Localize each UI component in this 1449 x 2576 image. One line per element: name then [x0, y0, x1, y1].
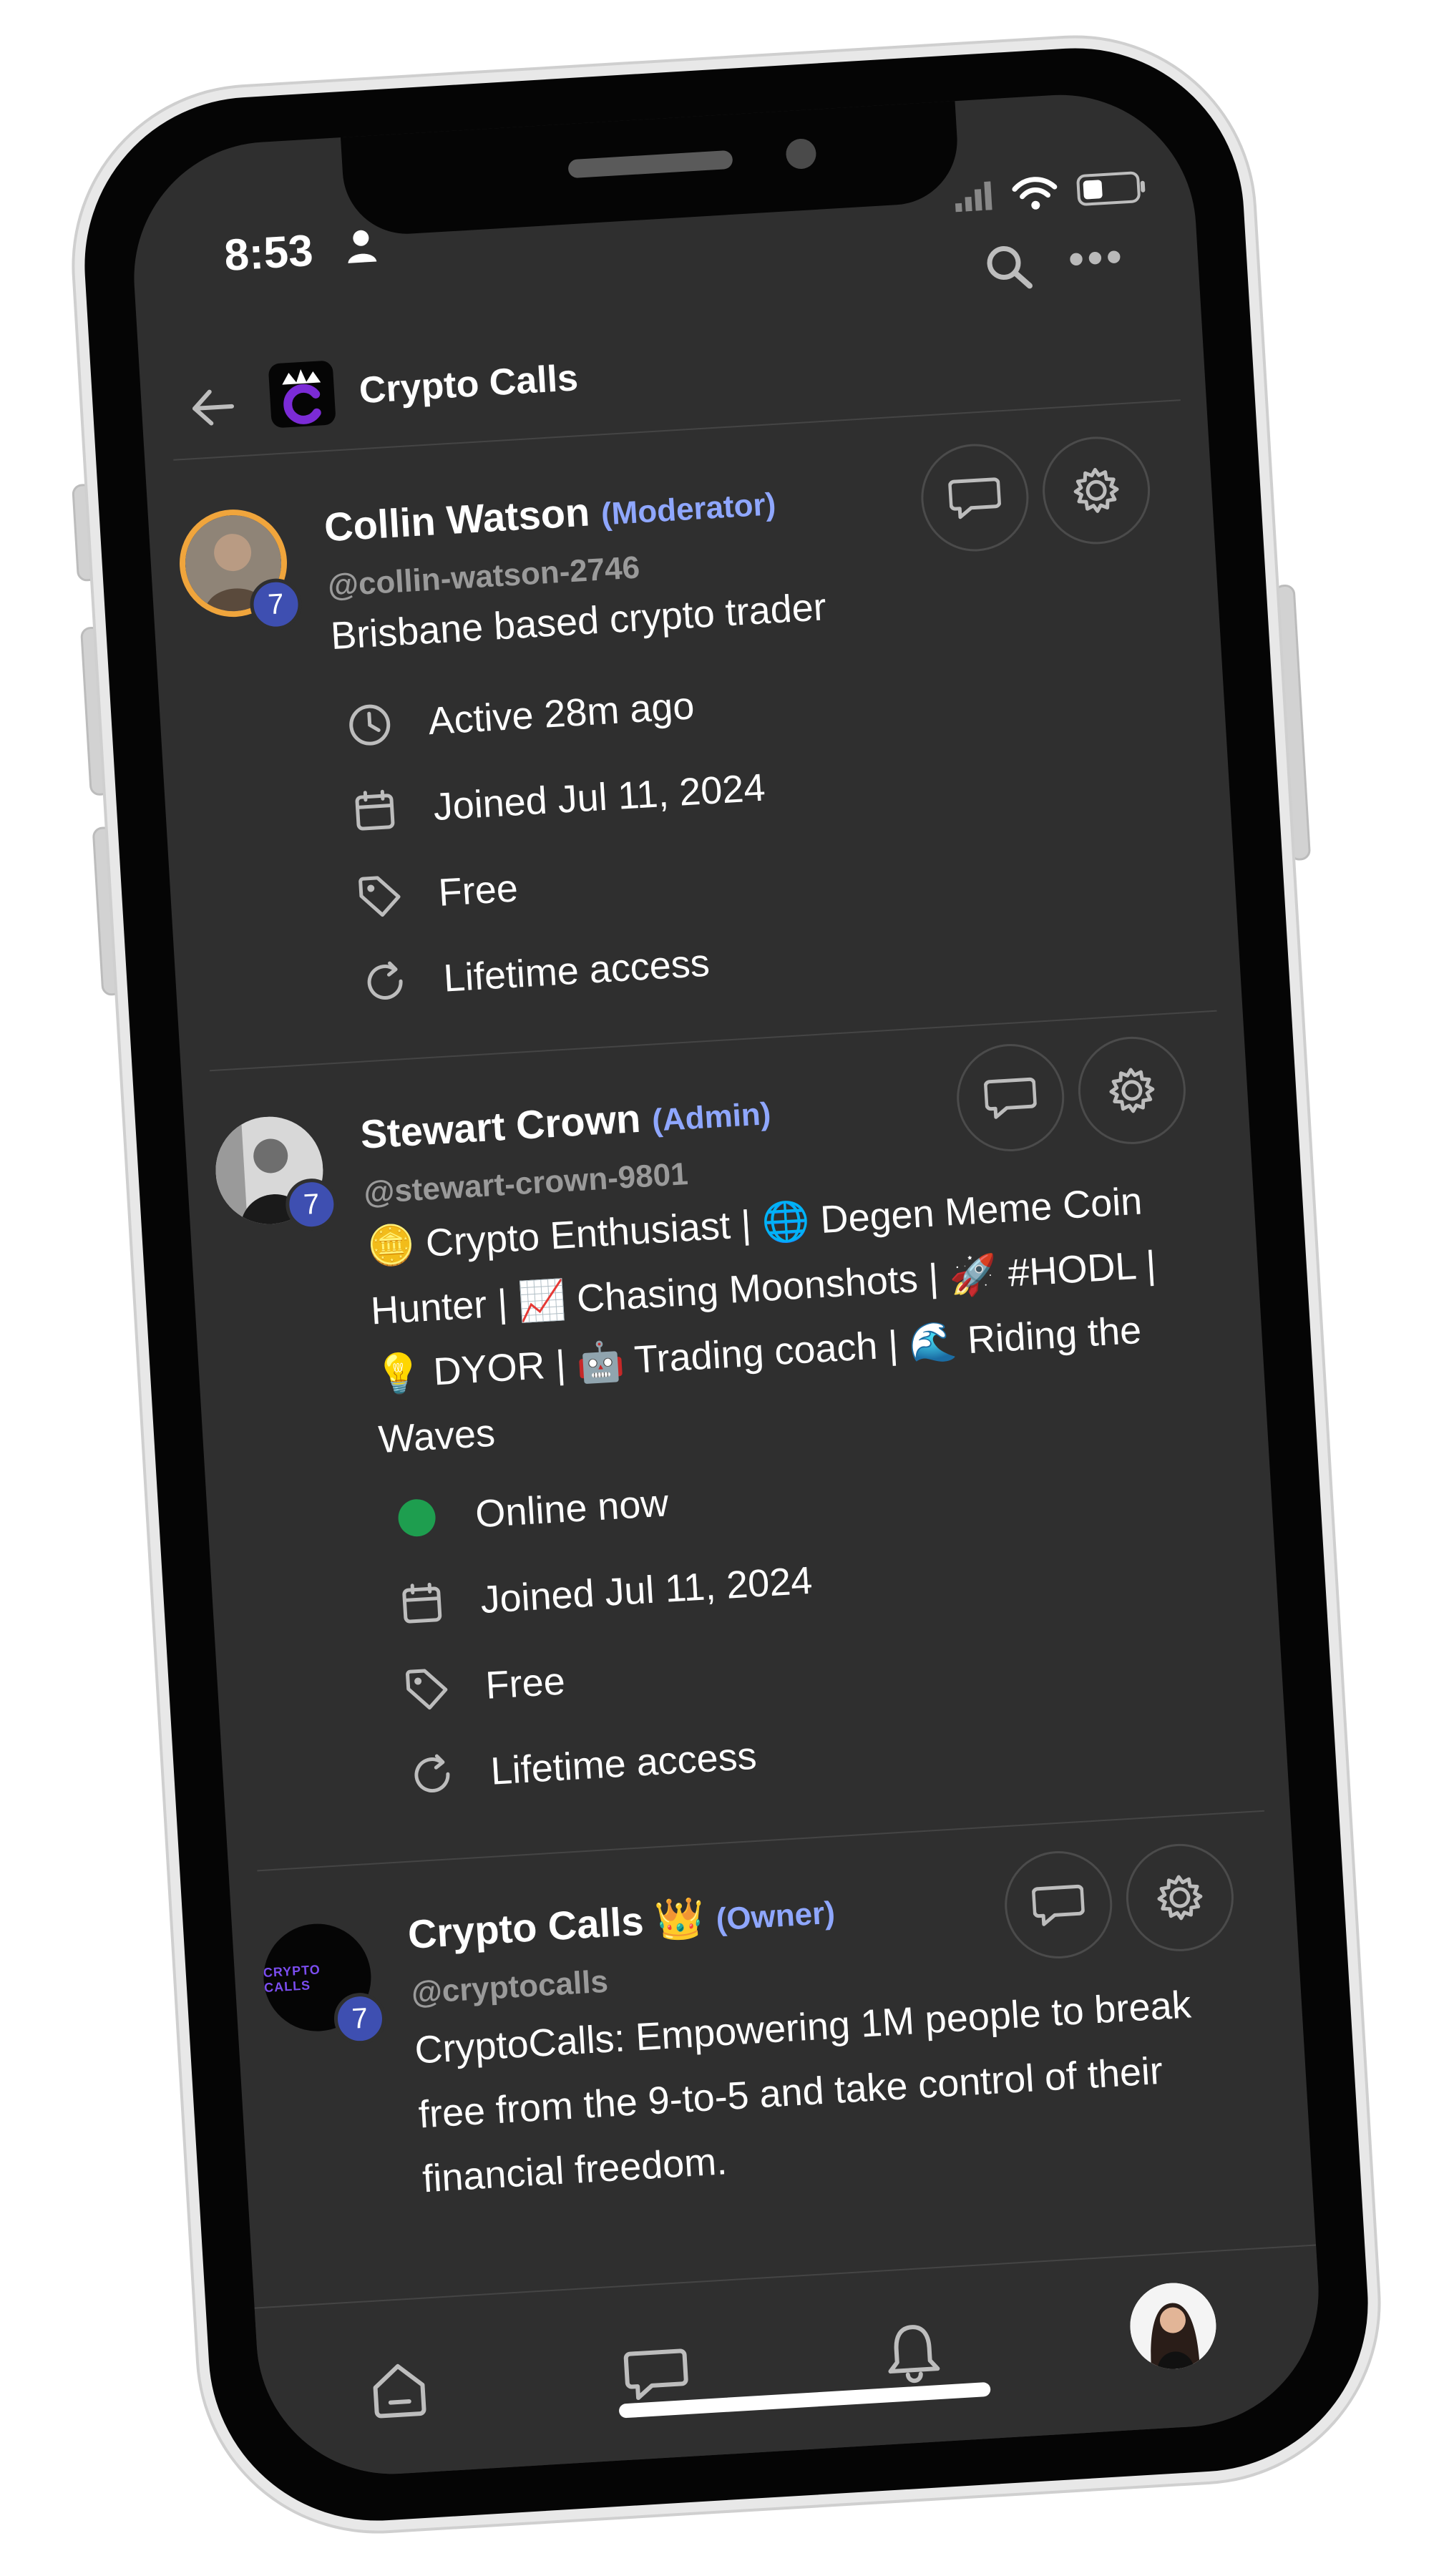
access-row: Lifetime access	[361, 940, 711, 1007]
member-card: CRYPTO CALLS 7 Crypto Calls 👑 (Owner) @c…	[229, 1816, 1290, 2200]
message-button[interactable]	[953, 1040, 1068, 1155]
joined-text: Joined Jul 11, 2024	[479, 1558, 814, 1622]
activity-text: Online now	[474, 1481, 670, 1536]
member-name[interactable]: Crypto Calls 👑	[406, 1893, 706, 1958]
member-name-row: Crypto Calls 👑 (Owner)	[406, 1886, 836, 1958]
settings-button[interactable]	[1075, 1033, 1189, 1148]
message-button[interactable]	[1001, 1848, 1116, 1962]
joined-row: Joined Jul 11, 2024	[398, 1558, 814, 1628]
access-row: Lifetime access	[408, 1733, 758, 1800]
battery-icon	[1076, 171, 1146, 206]
signal-icon	[955, 181, 992, 213]
group-logo[interactable]	[268, 360, 336, 429]
chat-icon	[1031, 1884, 1085, 1926]
member-divider	[209, 1010, 1217, 1072]
avatar-logo-text: CRYPTO CALLS	[263, 1962, 321, 1996]
profile-photo	[1127, 2280, 1219, 2371]
person-icon	[348, 230, 377, 263]
app-screen: 8:53 ••• Crypto Calls 7 Collin Watson (M…	[126, 87, 1327, 2482]
member-handle: @cryptocalls	[410, 1963, 610, 2011]
message-button[interactable]	[918, 441, 1032, 555]
more-icon[interactable]: •••	[1067, 230, 1126, 286]
price-row: Free	[356, 865, 519, 920]
gear-icon	[1109, 1068, 1155, 1113]
refresh-icon	[414, 1754, 450, 1793]
joined-text: Joined Jul 11, 2024	[431, 766, 767, 829]
tag-icon	[406, 1669, 448, 1710]
member-bio: CryptoCalls: Empowering 1M people to bre…	[413, 1983, 1193, 2201]
member-card: 7 Stewart Crown (Admin) @stewart-crown-9…	[182, 1016, 1243, 1793]
crown-c-logo-icon	[282, 369, 321, 424]
member-divider	[257, 1810, 1265, 1872]
gear-icon	[1157, 1875, 1203, 1921]
refresh-icon	[367, 961, 403, 1000]
chat-icon[interactable]	[623, 2341, 691, 2409]
member-name-row: Stewart Crown (Admin)	[359, 1087, 772, 1158]
online-dot-icon	[398, 1499, 436, 1537]
activity-row: Online now	[393, 1480, 670, 1542]
member-name[interactable]: Collin Watson	[323, 488, 590, 550]
member-avatar-wrap[interactable]: 7	[213, 1113, 339, 1234]
speaker	[567, 150, 733, 179]
member-role: (Owner)	[715, 1895, 836, 1938]
price-text: Free	[484, 1659, 567, 1707]
access-text: Lifetime access	[442, 941, 711, 1000]
home-icon[interactable]	[365, 2356, 433, 2424]
chat-icon	[947, 477, 1002, 519]
settings-button[interactable]	[1123, 1840, 1237, 1955]
calendar-icon	[402, 1582, 442, 1624]
clock-icon	[349, 704, 391, 746]
activity-row: Active 28m ago	[346, 683, 696, 749]
settings-button[interactable]	[1039, 434, 1153, 547]
group-title: Crypto Calls	[358, 357, 580, 412]
price-row: Free	[403, 1658, 566, 1713]
activity-text: Active 28m ago	[426, 684, 696, 743]
member-bio: 🪙 Crypto Enthusiast | 🌐 Degen Meme Coin …	[366, 1179, 1158, 1462]
bell-icon[interactable]	[879, 2318, 947, 2386]
access-text: Lifetime access	[489, 1734, 758, 1793]
wifi-icon	[1012, 177, 1058, 210]
member-avatar-wrap[interactable]: CRYPTO CALLS 7	[260, 1921, 388, 2046]
gear-icon	[1073, 467, 1119, 513]
member-name-row: Collin Watson (Moderator)	[323, 477, 776, 550]
back-arrow-icon[interactable]	[186, 380, 240, 434]
member-role: (Moderator)	[600, 487, 777, 532]
search-icon[interactable]	[981, 240, 1035, 294]
joined-row: Joined Jul 11, 2024	[351, 765, 766, 835]
status-time: 8:53	[223, 225, 315, 281]
phone-frame: 8:53 ••• Crypto Calls 7 Collin Watson (M…	[64, 28, 1388, 2541]
calendar-icon	[355, 789, 395, 831]
profile-avatar[interactable]	[1127, 2280, 1219, 2371]
chat-icon	[983, 1077, 1038, 1119]
price-text: Free	[437, 867, 519, 914]
status-indicators	[952, 168, 1148, 215]
member-avatar-wrap[interactable]: 7	[176, 506, 303, 632]
member-name[interactable]: Stewart Crown	[359, 1095, 642, 1158]
front-camera	[785, 137, 817, 170]
stage: 8:53 ••• Crypto Calls 7 Collin Watson (M…	[0, 0, 1449, 2576]
tag-icon	[358, 876, 401, 917]
member-role: (Admin)	[650, 1096, 772, 1138]
